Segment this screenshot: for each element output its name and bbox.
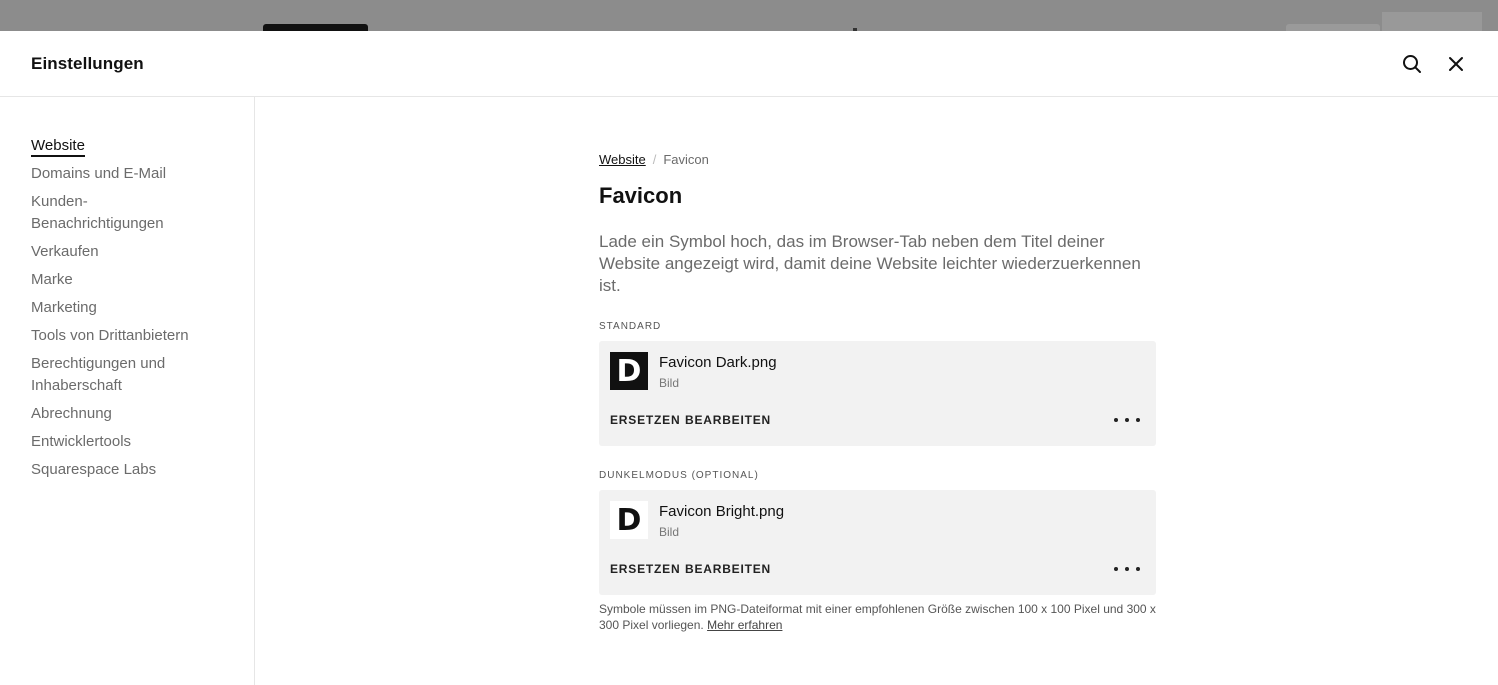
sidebar-item-permissions[interactable]: Berechtigungen und Inhaberschaft [31, 353, 231, 397]
close-button[interactable] [1445, 53, 1467, 75]
more-dots-icon [1125, 567, 1129, 571]
settings-panel: Einstellungen Website Domains und E-Mail… [0, 31, 1498, 685]
settings-nav: Website Domains und E-Mail Kunden- Benach… [31, 135, 231, 487]
dark-mode-favicon-card: D Favicon Bright.png Bild ERSETZEN BEARB… [599, 490, 1156, 595]
file-type: Bild [659, 525, 680, 539]
background-pill [1286, 24, 1380, 31]
favicon-dark-thumbnail: D [610, 352, 648, 390]
more-dots-icon [1114, 567, 1118, 571]
edit-button[interactable]: BEARBEITEN [685, 562, 771, 576]
page-title: Favicon [599, 183, 683, 208]
search-icon [1403, 55, 1421, 73]
sidebar-item-selling[interactable]: Verkaufen [31, 241, 231, 263]
file-name: Favicon Bright.png [659, 503, 785, 520]
more-dots-icon [1114, 418, 1118, 422]
sidebar-item-notifications[interactable]: Kunden- Benachrichtigungen [31, 191, 231, 235]
replace-button[interactable]: ERSETZEN [610, 562, 680, 576]
learn-more-link[interactable]: Mehr erfahren [707, 618, 782, 632]
sidebar-item-domains[interactable]: Domains und E-Mail [31, 163, 231, 185]
sidebar-item-billing[interactable]: Abrechnung [31, 403, 231, 425]
file-name: Favicon Dark.png [659, 354, 777, 371]
more-dots-icon [1125, 418, 1129, 422]
format-note: Symbole müssen im PNG-Dateiformat mit ei… [599, 601, 1156, 633]
settings-title: Einstellungen [31, 54, 144, 73]
breadcrumb-current: Favicon [663, 152, 709, 167]
standard-favicon-card: D Favicon Dark.png Bild ERSETZEN BEARBEI… [599, 341, 1156, 446]
more-dots-icon [1136, 567, 1140, 571]
sidebar-item-marketing[interactable]: Marketing [31, 297, 231, 319]
sidebar-item-third-party-tools[interactable]: Tools von Drittanbietern [31, 325, 231, 347]
search-button[interactable] [1401, 53, 1423, 75]
favicon-bright-thumbnail: D [610, 501, 648, 539]
breadcrumb-website-link[interactable]: Website [599, 152, 646, 167]
settings-sidebar: Website Domains und E-Mail Kunden- Benach… [0, 97, 255, 685]
more-options-button[interactable] [1114, 560, 1140, 578]
close-icon [1449, 57, 1463, 71]
sidebar-item-brand[interactable]: Marke [31, 269, 231, 291]
sidebar-item-developer-tools[interactable]: Entwicklertools [31, 431, 231, 453]
replace-button[interactable]: ERSETZEN [610, 413, 680, 427]
format-note-text: Symbole müssen im PNG-Dateiformat mit ei… [599, 602, 1156, 632]
file-type: Bild [659, 376, 680, 390]
sidebar-item-website[interactable]: Website [31, 135, 231, 157]
breadcrumb: Website / Favicon [599, 152, 709, 167]
standard-section-label: STANDARD [599, 321, 662, 332]
background-app-overlay [0, 0, 1498, 31]
dark-mode-section-label: DUNKELMODUS (OPTIONAL) [599, 470, 759, 481]
more-options-button[interactable] [1114, 411, 1140, 429]
settings-header: Einstellungen [0, 31, 1498, 97]
background-button [263, 24, 368, 31]
sidebar-item-squarespace-labs[interactable]: Squarespace Labs [31, 459, 231, 481]
background-pill-secondary [1382, 12, 1482, 31]
breadcrumb-separator: / [652, 152, 657, 167]
more-dots-icon [1136, 418, 1140, 422]
page-description: Lade ein Symbol hoch, das im Browser-Tab… [599, 232, 1141, 295]
edit-button[interactable]: BEARBEITEN [685, 413, 771, 427]
